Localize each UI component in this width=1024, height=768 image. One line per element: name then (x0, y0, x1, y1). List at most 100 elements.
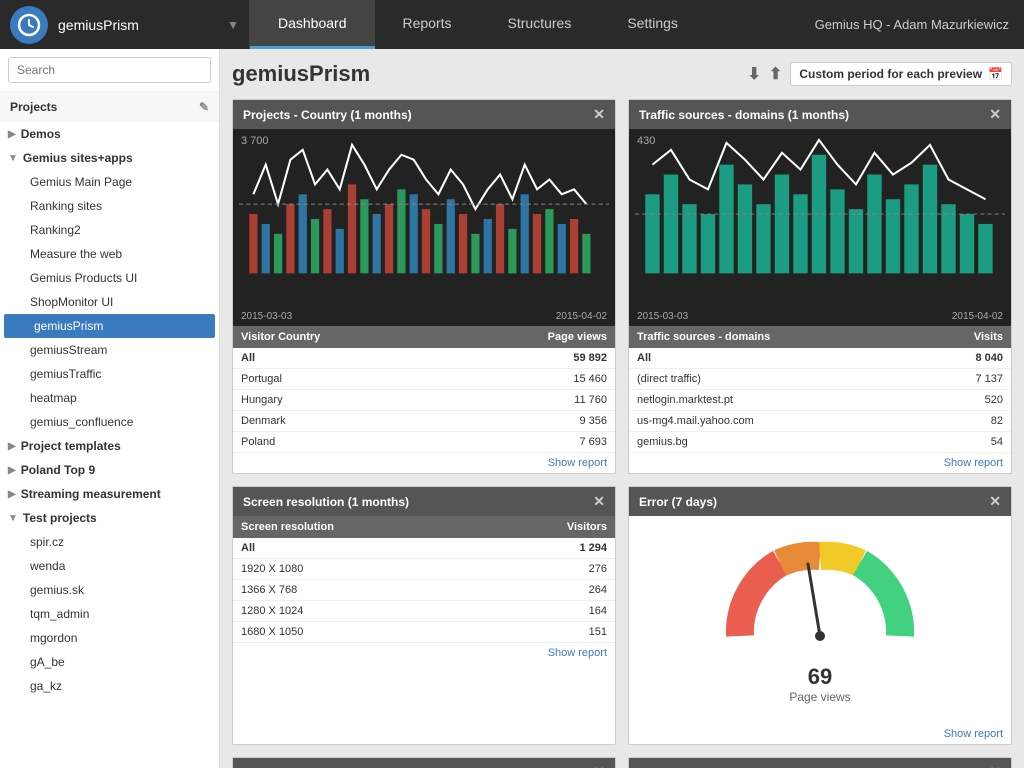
sidebar-item-mgordon[interactable]: mgordon (0, 626, 219, 650)
logo-area: gemiusPrism ▼ (0, 0, 250, 49)
projects-header[interactable]: Projects ✎ (0, 92, 219, 122)
show-report-link[interactable]: Show report (233, 453, 615, 473)
close-icon[interactable]: ✕ (593, 764, 605, 768)
sidebar-item-label: Ranking sites (30, 199, 102, 213)
dashboard-grid: Projects - Country (1 months) ✕ 3 700 (232, 99, 1012, 768)
gauge-label: Page views (789, 690, 850, 704)
cell-pageviews: 15 460 (446, 369, 615, 390)
cell-source: gemius.bg (629, 432, 922, 453)
sidebar-item-label: Ranking2 (30, 223, 81, 237)
table-row: Portugal 15 460 (233, 369, 615, 390)
cell-pageviews: 59 892 (446, 348, 615, 369)
sidebar-item-label: wenda (30, 559, 65, 573)
widget-title: Projects - Country (1 months) (243, 108, 412, 122)
sidebar-item-ranking-sites[interactable]: Ranking sites (0, 194, 219, 218)
sidebar-item-wenda[interactable]: wenda (0, 554, 219, 578)
sidebar-item-gemius-products-ui[interactable]: Gemius Products UI (0, 266, 219, 290)
close-icon[interactable]: ✕ (989, 764, 1001, 768)
chart-x-end: 2015-04-02 (952, 311, 1003, 322)
sidebar-item-measure-the-web[interactable]: Measure the web (0, 242, 219, 266)
edit-icon[interactable]: ✎ (199, 100, 209, 114)
sidebar-item-gemius-main-page[interactable]: Gemius Main Page (0, 170, 219, 194)
download-icon[interactable]: ⬇ (748, 64, 761, 84)
tab-settings[interactable]: Settings (599, 0, 706, 49)
sidebar-item-gemiusprism[interactable]: gemiusPrism (4, 314, 215, 338)
table-traffic-sources: Traffic sources - domains Visits All 8 0… (629, 326, 1011, 453)
cell-country: Hungary (233, 390, 446, 411)
calendar-icon: 📅 (988, 67, 1003, 81)
close-icon[interactable]: ✕ (593, 106, 605, 123)
sidebar-item-demos[interactable]: ▶ Demos (0, 122, 219, 146)
user-label: Gemius HQ - Adam Mazurkiewicz (800, 0, 1024, 49)
title-actions: ⬇ ⬆ Custom period for each preview 📅 (748, 62, 1012, 86)
sidebar-item-label: Gemius Products UI (30, 271, 137, 285)
gauge-value: 69 (808, 664, 832, 690)
sidebar-item-gemiusstream[interactable]: gemiusStream (0, 338, 219, 362)
sidebar-item-label: Gemius sites+apps (23, 151, 133, 165)
period-selector[interactable]: Custom period for each preview 📅 (790, 62, 1012, 86)
sidebar-item-ranking2[interactable]: Ranking2 (0, 218, 219, 242)
sidebar-item-gemiustraffic[interactable]: gemiusTraffic (0, 362, 219, 386)
sidebar-item-ga-be[interactable]: gA_be (0, 650, 219, 674)
table-row: 1366 X 768 264 (233, 580, 615, 601)
cell-resolution: 1366 X 768 (233, 580, 485, 601)
sidebar-item-label: gemiusTraffic (30, 367, 101, 381)
cell-visitors: 276 (485, 559, 615, 580)
table-row: (direct traffic) 7 137 (629, 369, 1011, 390)
cell-visitors: 164 (485, 601, 615, 622)
sidebar-item-gemius-sk[interactable]: gemius.sk (0, 578, 219, 602)
table-row: gemius.bg 54 (629, 432, 1011, 453)
widget-projects-country: Projects - Country (1 months) ✕ 3 700 (232, 99, 616, 474)
tab-dashboard[interactable]: Dashboard (250, 0, 375, 49)
sidebar-item-tqm-admin[interactable]: tqm_admin (0, 602, 219, 626)
page-title-bar: gemiusPrism ⬇ ⬆ Custom period for each p… (232, 61, 1012, 87)
show-report-link[interactable]: Show report (233, 643, 615, 663)
chart-traffic-sources: 430 (629, 129, 1011, 309)
cell-country: Denmark (233, 411, 446, 432)
sidebar-item-ga-kz[interactable]: ga_kz (0, 674, 219, 698)
cell-visits: 520 (922, 390, 1011, 411)
nav-tabs: Dashboard Reports Structures Settings (250, 0, 800, 49)
cell-visits: 82 (922, 411, 1011, 432)
close-icon[interactable]: ✕ (593, 493, 605, 510)
sidebar-item-label: spir.cz (30, 535, 64, 549)
table-projects-country: Visitor Country Page views All 59 892 Po… (233, 326, 615, 453)
tab-reports[interactable]: Reports (375, 0, 480, 49)
main-layout: Projects ✎ ▶ Demos ▼ Gemius sites+apps G… (0, 49, 1024, 768)
close-icon[interactable]: ✕ (989, 493, 1001, 510)
table-screen-resolution: Screen resolution Visitors All 1 294 192… (233, 516, 615, 643)
sidebar-item-streaming-measurement[interactable]: ▶ Streaming measurement (0, 482, 219, 506)
tab-structures[interactable]: Structures (480, 0, 600, 49)
table-row: 1280 X 1024 164 (233, 601, 615, 622)
sidebar-item-heatmap[interactable]: heatmap (0, 386, 219, 410)
cell-visitors: 151 (485, 622, 615, 643)
sidebar-item-label: Gemius Main Page (30, 175, 132, 189)
dropdown-arrow-icon[interactable]: ▼ (227, 18, 239, 32)
arrow-right-icon: ▶ (8, 489, 16, 500)
close-icon[interactable]: ✕ (989, 106, 1001, 123)
sidebar-item-shopmonitor-ui[interactable]: ShopMonitor UI (0, 290, 219, 314)
sidebar-item-test-projects[interactable]: ▼ Test projects (0, 506, 219, 530)
sidebar-item-label: mgordon (30, 631, 77, 645)
sidebar-item-project-templates[interactable]: ▶ Project templates (0, 434, 219, 458)
sidebar-item-label: Poland Top 9 (21, 463, 95, 477)
show-report-link[interactable]: Show report (629, 453, 1011, 473)
table-header-col1: Screen resolution (233, 516, 485, 538)
cell-source: All (629, 348, 922, 369)
widget-report-name: Report name (2 days) ✕ 150 (232, 757, 616, 768)
sidebar-item-gemius-sites[interactable]: ▼ Gemius sites+apps (0, 146, 219, 170)
search-input[interactable] (8, 57, 211, 83)
show-report-link[interactable]: Show report (629, 724, 1011, 744)
table-row: All 8 040 (629, 348, 1011, 369)
cell-country: Poland (233, 432, 446, 453)
sidebar: Projects ✎ ▶ Demos ▼ Gemius sites+apps G… (0, 49, 220, 768)
chart-x-start: 2015-03-03 (241, 311, 292, 322)
sidebar-item-gemius-confluence[interactable]: gemius_confluence (0, 410, 219, 434)
table-row: Hungary 11 760 (233, 390, 615, 411)
sidebar-item-poland-top9[interactable]: ▶ Poland Top 9 (0, 458, 219, 482)
sidebar-item-label: gemiusPrism (34, 319, 103, 333)
widget-header-traffic: Traffic sources - domains (1 months) ✕ (629, 100, 1011, 129)
table-header-col2: Page views (446, 326, 615, 348)
share-icon[interactable]: ⬆ (769, 64, 782, 84)
sidebar-item-spir-cz[interactable]: spir.cz (0, 530, 219, 554)
